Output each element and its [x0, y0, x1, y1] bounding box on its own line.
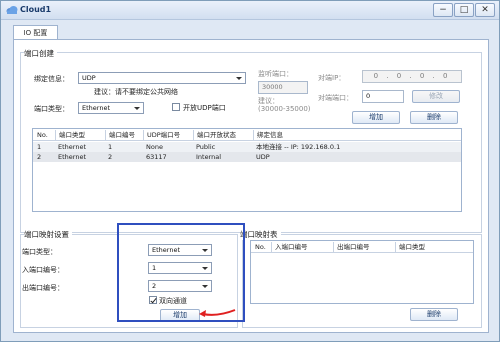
peer-ip-input[interactable]: 0 . 0 . 0 . 0 [362, 70, 462, 83]
col-no: No. [37, 131, 48, 139]
open-udp-label: 开放UDP端口 [183, 104, 226, 112]
annotation-arrow-icon [199, 309, 236, 317]
port-type-label: 端口类型： [34, 105, 69, 113]
window-title: Cloud1 [20, 5, 52, 14]
port-type-select[interactable]: Ethernet [78, 102, 144, 114]
col-udp-port: UDP端口号 [143, 130, 180, 141]
io-config-panel: 端口创建 绑定信息： UDP 建议：请不要绑定公共网络 端口类型： Ethern… [13, 39, 489, 333]
port-table: No. 端口类型 端口编号 UDP端口号 端口开放状态 绑定信息 1 Ether… [32, 128, 462, 212]
map-port-type-label: 端口类型： [22, 248, 57, 256]
mapping-table-title: 端口映射表 [240, 229, 281, 240]
table-row[interactable]: 2 Ethernet 2 63117 Internal UDP [33, 152, 461, 162]
cloud-icon [6, 6, 18, 14]
out-port-label: 出端口编号： [22, 284, 64, 292]
delete-port-button[interactable]: 删除 [410, 111, 458, 124]
maximize-button[interactable]: □ [454, 3, 474, 17]
add-port-button[interactable]: 增加 [352, 111, 400, 124]
bind-suggestion: 建议：请不要绑定公共网络 [94, 88, 178, 96]
modify-button[interactable]: 修改 [412, 90, 460, 103]
col-out-port: 出端口编号 [333, 242, 370, 253]
listen-port-input[interactable]: 30000 [258, 81, 308, 94]
port-create-title: 端口创建 [24, 48, 57, 59]
cloud-window: Cloud1 − □ ✕ IO 配置 端口创建 绑定信息： UDP 建议：请不要… [0, 0, 500, 342]
peer-port-input[interactable]: 0 [362, 90, 404, 103]
mapping-table: No. 入端口编号 出端口编号 端口类型 [250, 240, 474, 304]
open-udp-checkbox[interactable] [172, 103, 180, 111]
col-port-type: 端口类型 [55, 130, 85, 141]
close-button[interactable]: ✕ [475, 3, 495, 17]
col-port-type: 端口类型 [395, 242, 425, 253]
bind-info-label: 绑定信息： [34, 75, 69, 83]
col-no: No. [255, 243, 266, 251]
minimize-button[interactable]: − [433, 3, 453, 17]
bind-info-select[interactable]: UDP [78, 72, 246, 84]
peer-port-label: 对端端口： [318, 94, 353, 102]
listen-port-label: 监听端口： [258, 70, 293, 78]
delete-mapping-button[interactable]: 删除 [410, 308, 458, 321]
mapping-table-header: No. 入端口编号 出端口编号 端口类型 [251, 241, 473, 253]
col-open-state: 端口开放状态 [193, 130, 236, 141]
port-type-value: Ethernet [82, 104, 110, 112]
chevron-down-icon [236, 77, 242, 80]
col-port-number: 端口编号 [105, 130, 135, 141]
tab-io-config[interactable]: IO 配置 [13, 25, 58, 40]
in-port-label: 入端口编号： [22, 266, 64, 274]
peer-ip-label: 对端IP： [318, 74, 346, 82]
table-row[interactable]: 1 Ethernet 1 None Public 本地连接 -- IP: 192… [33, 142, 461, 152]
title-bar[interactable]: Cloud1 − □ ✕ [1, 1, 499, 20]
port-table-header: No. 端口类型 端口编号 UDP端口号 端口开放状态 绑定信息 [33, 129, 461, 141]
col-in-port: 入端口编号 [271, 242, 308, 253]
mapping-settings-title: 端口映射设置 [24, 229, 72, 240]
listen-hint-line2: (30000-35000) [258, 105, 311, 113]
col-bind-info: 绑定信息 [253, 130, 283, 141]
chevron-down-icon [134, 107, 140, 110]
bind-info-value: UDP [82, 74, 96, 82]
